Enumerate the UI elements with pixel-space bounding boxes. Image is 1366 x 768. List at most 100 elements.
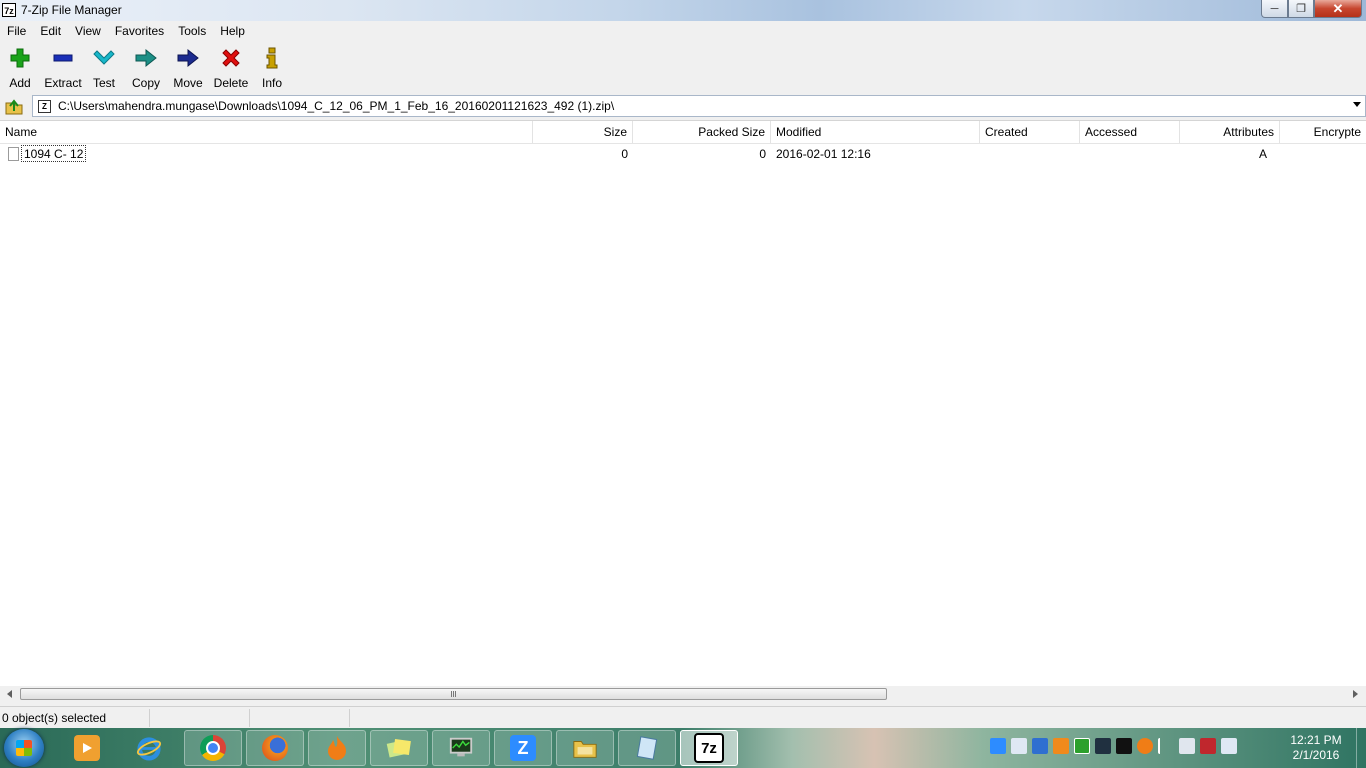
taskbar-firefox[interactable] xyxy=(246,730,304,766)
taskbar-media-player[interactable] xyxy=(58,730,116,766)
copy-label: Copy xyxy=(131,76,160,90)
column-header-created[interactable]: Created xyxy=(980,121,1080,143)
address-bar: Z C:\Users\mahendra.mungase\Downloads\10… xyxy=(0,94,1366,118)
battery-icon[interactable] xyxy=(1074,738,1090,754)
column-header-size[interactable]: Size xyxy=(533,121,633,143)
column-header-packed-size[interactable]: Packed Size xyxy=(633,121,771,143)
file-created xyxy=(980,144,1080,164)
speaker-icon[interactable] xyxy=(1221,738,1237,754)
menu-favorites[interactable]: Favorites xyxy=(108,21,171,41)
taskbar-explorer[interactable] xyxy=(556,730,614,766)
close-button[interactable]: ✕ xyxy=(1314,0,1362,18)
taskbar-chrome[interactable] xyxy=(184,730,242,766)
delete-label: Delete xyxy=(213,76,249,90)
checkmark-icon xyxy=(93,50,115,65)
toolbar: Add Extract Test Copy Move Delete Info xyxy=(0,42,1366,92)
mcafee-icon[interactable] xyxy=(1200,738,1216,754)
menu-bar: File Edit View Favorites Tools Help xyxy=(0,21,1366,41)
scroll-left-icon[interactable] xyxy=(7,690,12,698)
monitor-icon xyxy=(448,735,474,761)
grip-icon xyxy=(451,691,457,697)
show-desktop-button[interactable] xyxy=(1356,728,1366,768)
table-row[interactable]: 1094 C- 12 0 0 2016-02-01 12:16 A xyxy=(0,144,1366,164)
window-title: 7-Zip File Manager xyxy=(21,3,122,17)
menu-edit[interactable]: Edit xyxy=(33,21,68,41)
copy-button[interactable]: Copy xyxy=(130,46,162,90)
horizontal-scrollbar[interactable] xyxy=(0,686,1366,703)
sticky-notes-icon xyxy=(386,735,412,761)
app-icon[interactable]: 7z xyxy=(2,3,16,17)
move-button[interactable]: Move xyxy=(172,46,204,90)
menu-help[interactable]: Help xyxy=(213,21,252,41)
clock[interactable]: 12:21 PM 2/1/2016 xyxy=(1286,733,1346,763)
column-header-encrypted[interactable]: Encrypte xyxy=(1280,121,1366,143)
flame-tray-icon[interactable] xyxy=(1137,738,1153,754)
update-icon[interactable] xyxy=(1053,738,1069,754)
file-encrypted xyxy=(1280,144,1366,164)
x-app-icon[interactable] xyxy=(1116,738,1132,754)
taskbar-sticky-notes[interactable] xyxy=(370,730,428,766)
close-icon: ✕ xyxy=(1332,0,1344,16)
chevron-down-icon[interactable] xyxy=(1353,102,1361,107)
zoom-tray-icon[interactable] xyxy=(990,738,1006,754)
taskbar-zoom[interactable]: Z xyxy=(494,730,552,766)
title-bar: 7z 7-Zip File Manager ─ ❐ ✕ xyxy=(0,0,1366,21)
clock-time: 12:21 PM xyxy=(1290,733,1342,747)
info-label: Info xyxy=(261,76,282,90)
info-icon xyxy=(266,47,278,69)
media-player-icon xyxy=(74,735,100,761)
flag-icon[interactable] xyxy=(1158,738,1174,754)
path-input[interactable]: Z C:\Users\mahendra.mungase\Downloads\10… xyxy=(32,95,1366,117)
file-packed-size: 0 xyxy=(759,147,766,161)
move-arrow-icon xyxy=(177,48,199,68)
test-button[interactable]: Test xyxy=(90,46,118,90)
column-headers: Name Size Packed Size Modified Created A… xyxy=(0,121,1366,144)
minimize-icon: ─ xyxy=(1270,2,1279,15)
add-button[interactable]: Add xyxy=(6,46,34,90)
info-button[interactable]: Info xyxy=(258,46,286,90)
sevenzip-icon: 7z xyxy=(694,733,724,763)
extract-button[interactable]: Extract xyxy=(42,46,84,90)
taskbar-notepad[interactable] xyxy=(618,730,676,766)
taskbar-task-manager[interactable] xyxy=(432,730,490,766)
zoom-icon: Z xyxy=(510,735,536,761)
scrollbar-thumb[interactable] xyxy=(20,688,887,700)
path-text: C:\Users\mahendra.mungase\Downloads\1094… xyxy=(58,99,615,113)
system-tray xyxy=(990,738,1237,758)
file-list[interactable]: Name Size Packed Size Modified Created A… xyxy=(0,120,1366,687)
minimize-button[interactable]: ─ xyxy=(1261,0,1288,18)
taskbar-internet-explorer[interactable] xyxy=(120,730,178,766)
status-bar: 0 object(s) selected xyxy=(0,706,1366,729)
minus-icon xyxy=(53,54,73,62)
display-icon[interactable] xyxy=(1179,738,1195,754)
shield-icon[interactable] xyxy=(1032,738,1048,754)
up-folder-button[interactable] xyxy=(4,96,24,116)
status-panel-3 xyxy=(250,709,350,727)
taskbar: Z 7z 12:21 PM 2/1/2016 xyxy=(0,728,1366,768)
plus-icon xyxy=(10,48,30,68)
column-header-name[interactable]: Name xyxy=(0,121,533,143)
internet-explorer-icon xyxy=(136,735,162,761)
delete-button[interactable]: Delete xyxy=(212,46,250,90)
copy-arrow-icon xyxy=(135,48,157,68)
column-header-attributes[interactable]: Attributes xyxy=(1180,121,1280,143)
maximize-button[interactable]: ❐ xyxy=(1288,0,1314,18)
start-button[interactable] xyxy=(4,729,44,767)
network-share-icon[interactable] xyxy=(1011,738,1027,754)
column-header-modified[interactable]: Modified xyxy=(771,121,980,143)
file-name[interactable]: 1094 C- 12 xyxy=(21,145,87,162)
menu-tools[interactable]: Tools xyxy=(171,21,213,41)
taskbar-flame-app[interactable] xyxy=(308,730,366,766)
menu-file[interactable]: File xyxy=(0,21,33,41)
flame-icon xyxy=(324,735,350,761)
taskbar-7zip[interactable]: 7z xyxy=(680,730,738,766)
column-header-accessed[interactable]: Accessed xyxy=(1080,121,1180,143)
chrome-icon xyxy=(200,735,226,761)
menu-view[interactable]: View xyxy=(68,21,108,41)
move-label: Move xyxy=(173,76,203,90)
file-icon xyxy=(8,147,19,161)
network-icon[interactable] xyxy=(1095,738,1111,754)
scroll-right-icon[interactable] xyxy=(1353,690,1358,698)
restore-icon: ❐ xyxy=(1296,3,1306,15)
file-size: 0 xyxy=(621,147,628,161)
